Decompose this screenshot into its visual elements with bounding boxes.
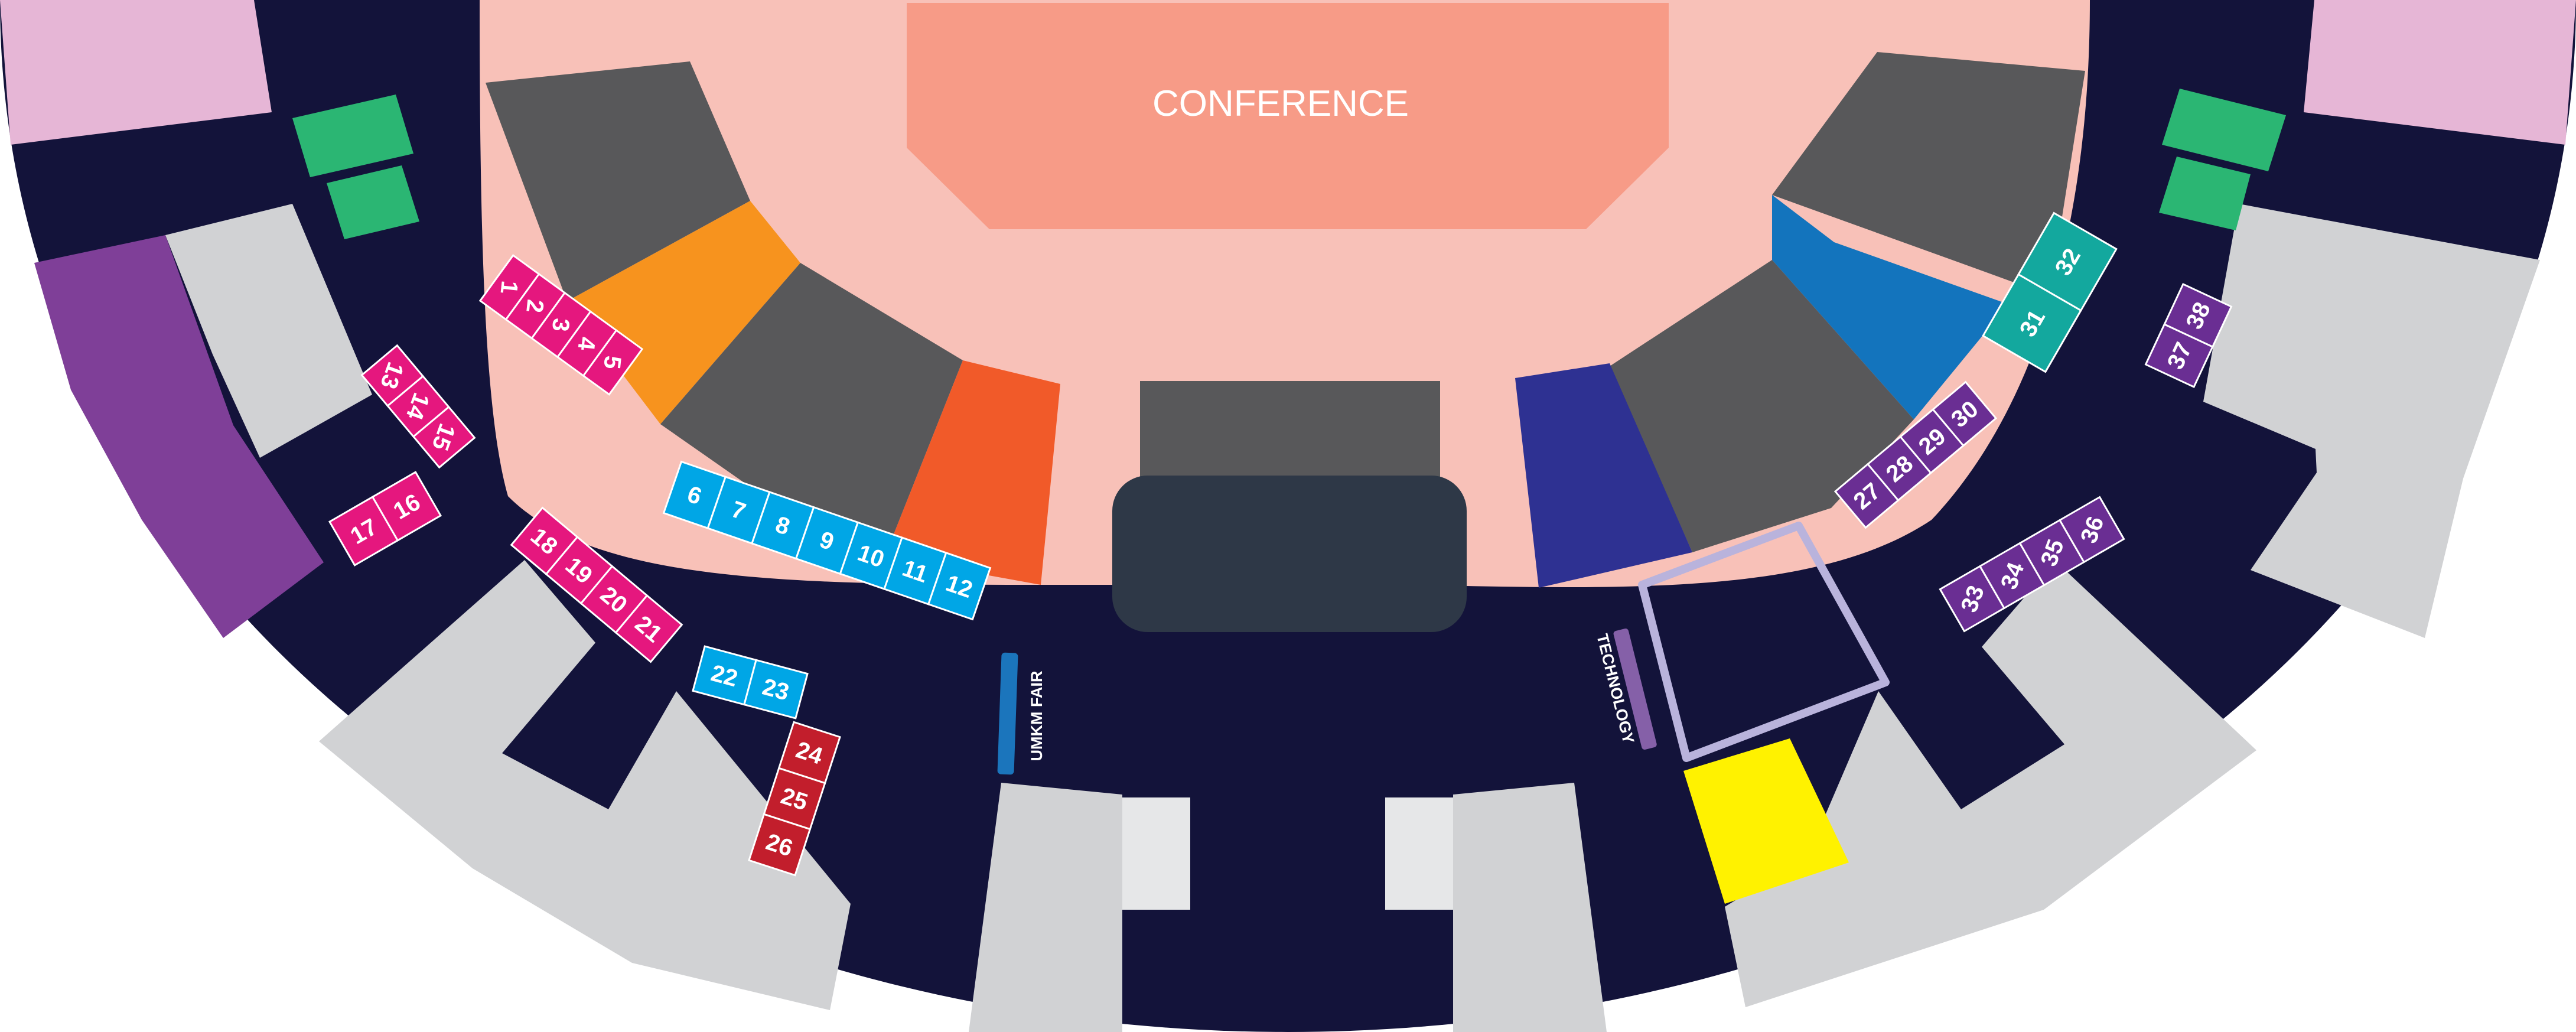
umkm-fair-label: UMKM FAIR — [1028, 671, 1046, 761]
booth-number-label: 3 — [547, 317, 574, 333]
booth-number-label: 2 — [521, 298, 548, 314]
center-stage[interactable] — [1112, 476, 1467, 632]
expo-floor-plan: CONFERENCE UMKM FAIR TECHNOLOGY 12345678… — [0, 0, 2576, 1032]
area-light-center-left[interactable] — [1122, 797, 1190, 910]
booth-number-label: 5 — [598, 354, 626, 370]
area-light-center-right[interactable] — [1385, 797, 1453, 910]
conference-label: CONFERENCE — [1152, 83, 1409, 124]
booth-number-label: 1 — [496, 279, 523, 295]
